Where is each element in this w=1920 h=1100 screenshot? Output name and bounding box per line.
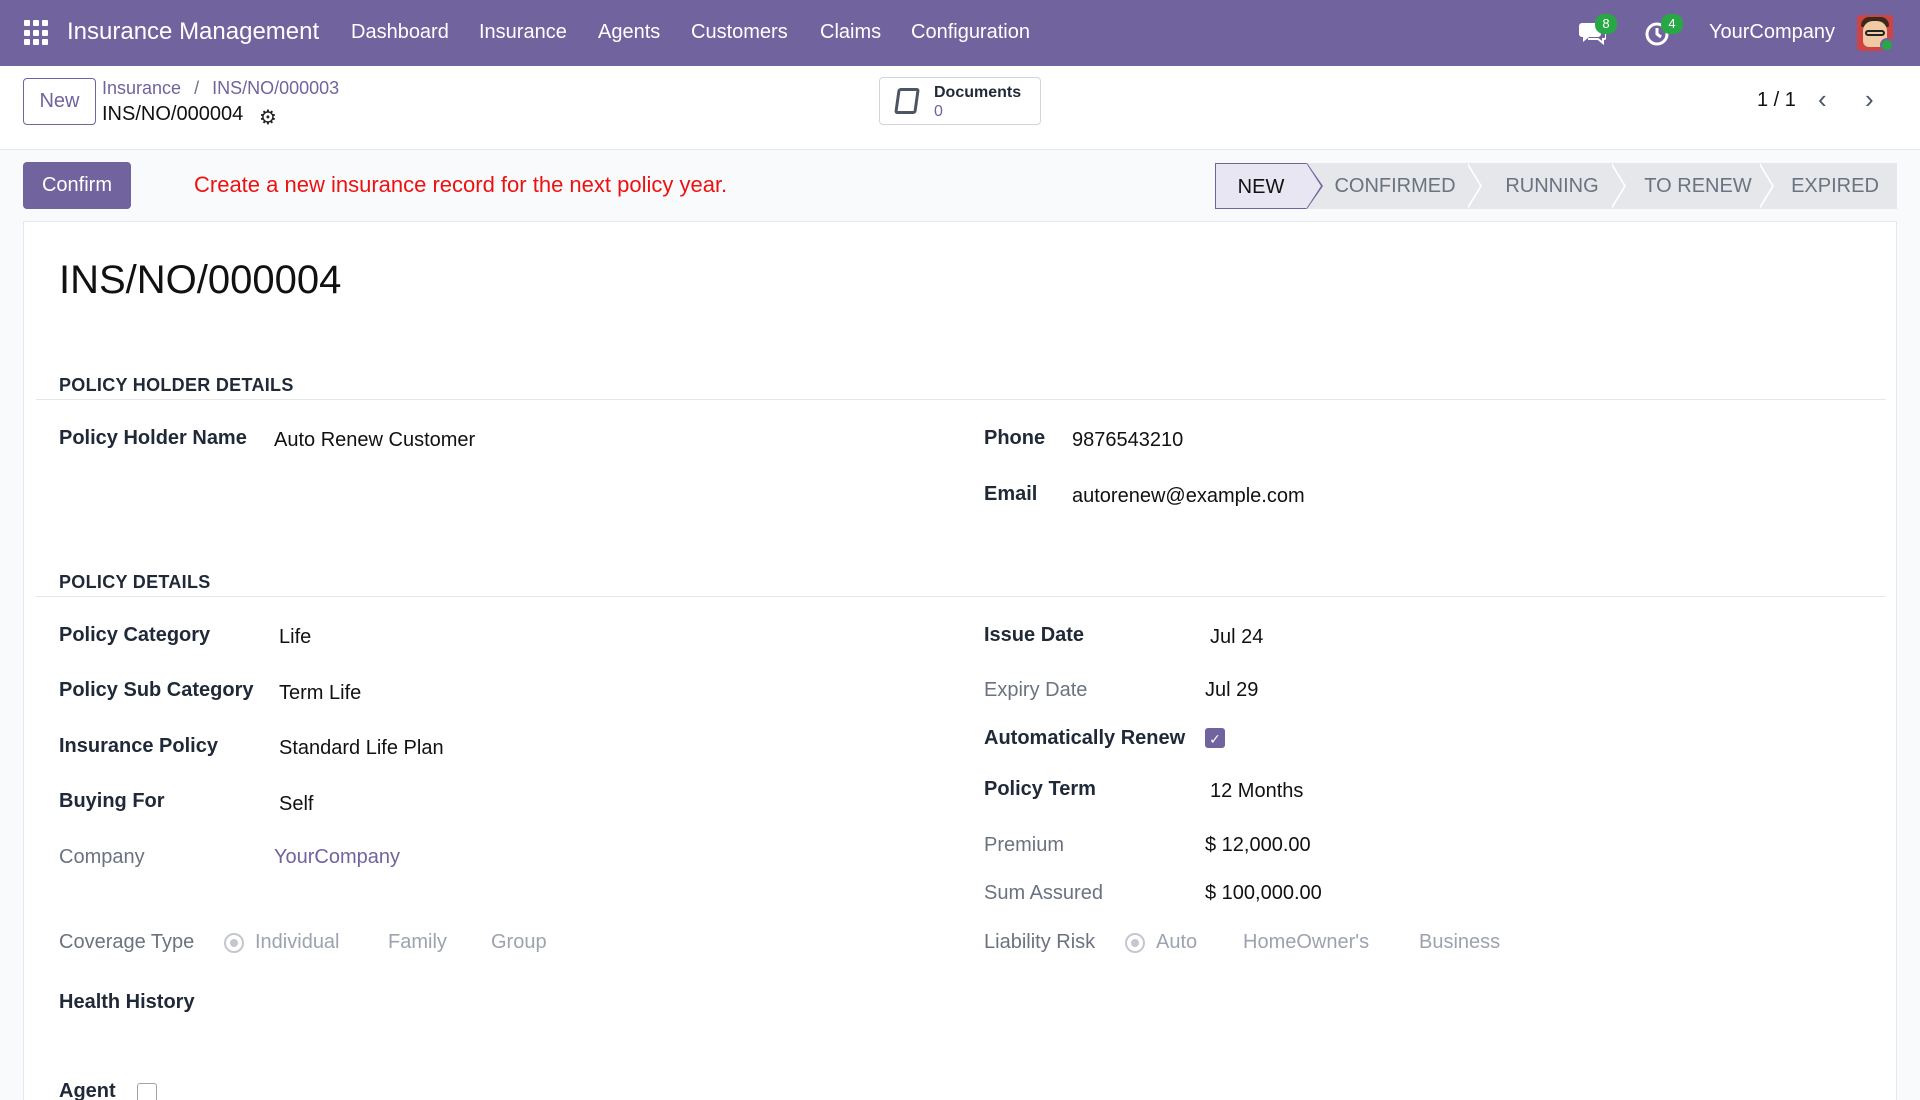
liability-risk-label: Liability Risk — [984, 931, 1096, 953]
messages-button[interactable]: 8 — [1578, 0, 1628, 66]
policy-term-field[interactable]: 12 Months — [1210, 780, 1303, 803]
policy-details-section-title: POLICY DETAILS — [59, 572, 211, 592]
status-action-bar: Confirm Create a new insurance record fo… — [0, 151, 1920, 221]
insurance-policy-label: Insurance Policy — [59, 735, 218, 757]
premium-field: $ 12,000.00 — [1205, 834, 1311, 856]
coverage-option-group[interactable]: Group — [491, 931, 547, 954]
menu-claims[interactable]: Claims — [820, 21, 881, 44]
breadcrumb: Insurance / INS/NO/000003 — [102, 78, 339, 99]
expiry-date-field[interactable]: Jul 29 — [1205, 679, 1258, 702]
company-label: Company — [59, 846, 145, 868]
company-field[interactable]: YourCompany — [274, 846, 400, 869]
chevron-left-icon[interactable]: ‹ — [1818, 84, 1827, 115]
policy-holder-section-title: POLICY HOLDER DETAILS — [59, 375, 294, 395]
documents-label: Documents — [934, 84, 1022, 101]
buying-for-field[interactable]: Self — [279, 793, 313, 816]
sum-assured-label: Sum Assured — [984, 882, 1103, 904]
coverage-type-label: Coverage Type — [59, 931, 195, 953]
holder-name-field[interactable]: Auto Renew Customer — [274, 429, 475, 452]
menu-customers[interactable]: Customers — [691, 21, 788, 44]
stage-running[interactable]: RUNNING — [1481, 163, 1623, 209]
premium-label: Premium — [984, 834, 1065, 856]
company-switcher[interactable]: YourCompany — [1709, 21, 1835, 44]
breadcrumb-separator: / — [194, 78, 200, 98]
policy-sub-category-label: Policy Sub Category — [59, 679, 254, 701]
policy-category-field[interactable]: Life — [279, 626, 311, 649]
insurance-policy-field[interactable]: Standard Life Plan — [279, 737, 444, 760]
renewal-notice: Create a new insurance record for the ne… — [194, 172, 728, 197]
expiry-date-label: Expiry Date — [984, 679, 1088, 701]
record-title[interactable]: INS/NO/000004 — [59, 258, 341, 303]
policy-category-label: Policy Category — [59, 624, 211, 646]
issue-date-field[interactable]: Jul 24 — [1210, 626, 1263, 649]
buying-for-label: Buying For — [59, 790, 165, 812]
coverage-option-individual[interactable]: Individual — [255, 931, 340, 954]
agent-checkbox[interactable] — [137, 1083, 157, 1100]
issue-date-label: Issue Date — [984, 624, 1085, 646]
confirm-button[interactable]: Confirm — [23, 162, 131, 209]
stage-confirmed[interactable]: CONFIRMED — [1322, 163, 1468, 209]
documents-count: 0 — [934, 103, 943, 120]
status-pipeline: NEW CONFIRMED RUNNING TO RENEW EXPIRED — [1215, 163, 1897, 209]
new-button[interactable]: New — [23, 78, 96, 125]
liability-option-homeowners[interactable]: HomeOwner's — [1243, 931, 1369, 954]
messages-count-badge: 8 — [1595, 14, 1617, 34]
book-icon — [894, 88, 920, 114]
phone-field[interactable]: 9876543210 — [1072, 429, 1183, 452]
activities-count-badge: 4 — [1661, 14, 1683, 34]
section-divider — [36, 399, 1886, 400]
online-status-icon — [1880, 38, 1894, 52]
breadcrumb-insurance[interactable]: Insurance — [102, 78, 181, 98]
liability-auto-radio[interactable] — [1125, 933, 1145, 953]
auto-renew-checkbox[interactable]: ✓ — [1205, 728, 1225, 748]
health-history-label: Health History — [59, 991, 195, 1013]
section-divider — [36, 596, 1886, 597]
menu-dashboard[interactable]: Dashboard — [351, 21, 449, 44]
phone-label: Phone — [984, 427, 1046, 449]
app-brand[interactable]: Insurance Management — [67, 18, 319, 46]
coverage-individual-radio[interactable] — [224, 933, 244, 953]
sum-assured-field: $ 100,000.00 — [1205, 882, 1322, 904]
chevron-right-icon[interactable]: › — [1865, 84, 1874, 115]
email-field[interactable]: autorenew@example.com — [1072, 485, 1305, 508]
agent-label: Agent — [59, 1080, 116, 1100]
auto-renew-label: Automatically Renew — [984, 727, 1186, 749]
policy-term-label: Policy Term — [984, 778, 1096, 800]
policy-sub-category-field[interactable]: Term Life — [279, 682, 361, 705]
stage-expired[interactable]: EXPIRED — [1773, 163, 1897, 209]
coverage-option-family[interactable]: Family — [388, 931, 447, 954]
pager-value[interactable]: 1 / 1 — [1757, 89, 1796, 112]
gear-icon[interactable]: ⚙ — [259, 105, 277, 130]
breadcrumb-previous-record[interactable]: INS/NO/000003 — [212, 78, 339, 98]
email-label: Email — [984, 483, 1038, 505]
holder-name-label: Policy Holder Name — [59, 427, 247, 449]
form-sheet: INS/NO/000004 POLICY HOLDER DETAILS Poli… — [23, 221, 1897, 1100]
liability-option-business[interactable]: Business — [1419, 931, 1500, 954]
liability-option-auto[interactable]: Auto — [1156, 931, 1197, 954]
apps-menu-icon[interactable] — [24, 20, 50, 46]
control-panel: New Insurance / INS/NO/000003 INS/NO/000… — [0, 66, 1920, 150]
menu-insurance[interactable]: Insurance — [479, 21, 567, 44]
documents-smart-button[interactable]: Documents 0 — [879, 77, 1041, 125]
top-navbar: Insurance Management Dashboard Insurance… — [0, 0, 1920, 66]
stage-new[interactable]: NEW — [1215, 163, 1307, 209]
activities-button[interactable]: 4 — [1644, 0, 1694, 66]
menu-agents[interactable]: Agents — [598, 21, 660, 44]
current-record-name: INS/NO/000004 — [102, 103, 244, 125]
stage-to-renew[interactable]: TO RENEW — [1623, 163, 1773, 209]
menu-configuration[interactable]: Configuration — [911, 21, 1030, 44]
